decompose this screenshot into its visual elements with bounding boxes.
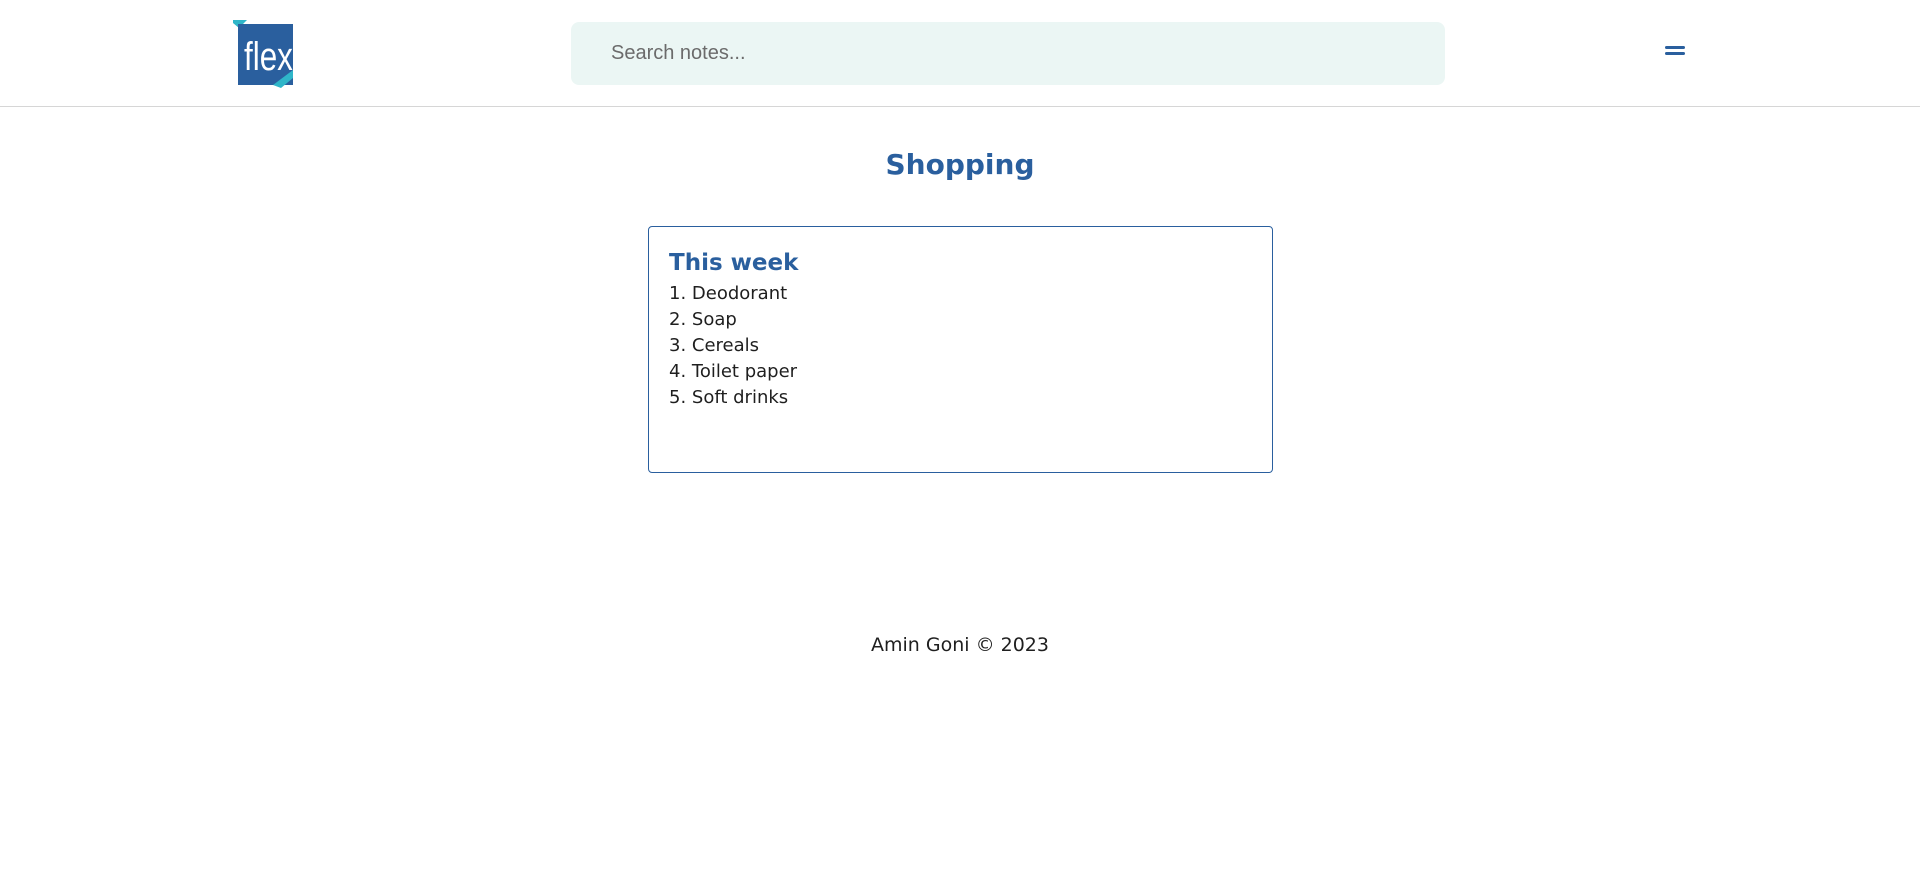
site-header: flexnote	[0, 0, 1920, 107]
hamburger-menu-icon[interactable]	[1660, 40, 1690, 60]
menu-bar-top	[1665, 46, 1685, 49]
list-item: 1. Deodorant	[669, 283, 788, 304]
list-item: 4. Toilet paper	[669, 361, 798, 382]
note-list: 1. Deodorant 2. Soap 3. Cereals 4. Toile…	[669, 281, 1252, 411]
note-card[interactable]: This week 1. Deodorant 2. Soap 3. Cereal…	[648, 226, 1273, 473]
menu-bar-bottom	[1665, 52, 1685, 55]
search-input[interactable]	[571, 22, 1445, 85]
logo-text: flexnote	[244, 35, 354, 79]
page-title: Shopping	[885, 148, 1035, 181]
list-item: 3. Cereals	[669, 335, 760, 356]
flexnote-logo[interactable]: flexnote	[233, 20, 355, 88]
footer-copyright: Amin Goni © 2023	[871, 634, 1049, 656]
logo-graphic: flexnote	[233, 20, 354, 88]
note-title: This week	[669, 250, 799, 276]
search-box	[571, 22, 1445, 85]
list-item: 2. Soap	[669, 309, 737, 330]
list-item: 5. Soft drinks	[669, 387, 789, 408]
